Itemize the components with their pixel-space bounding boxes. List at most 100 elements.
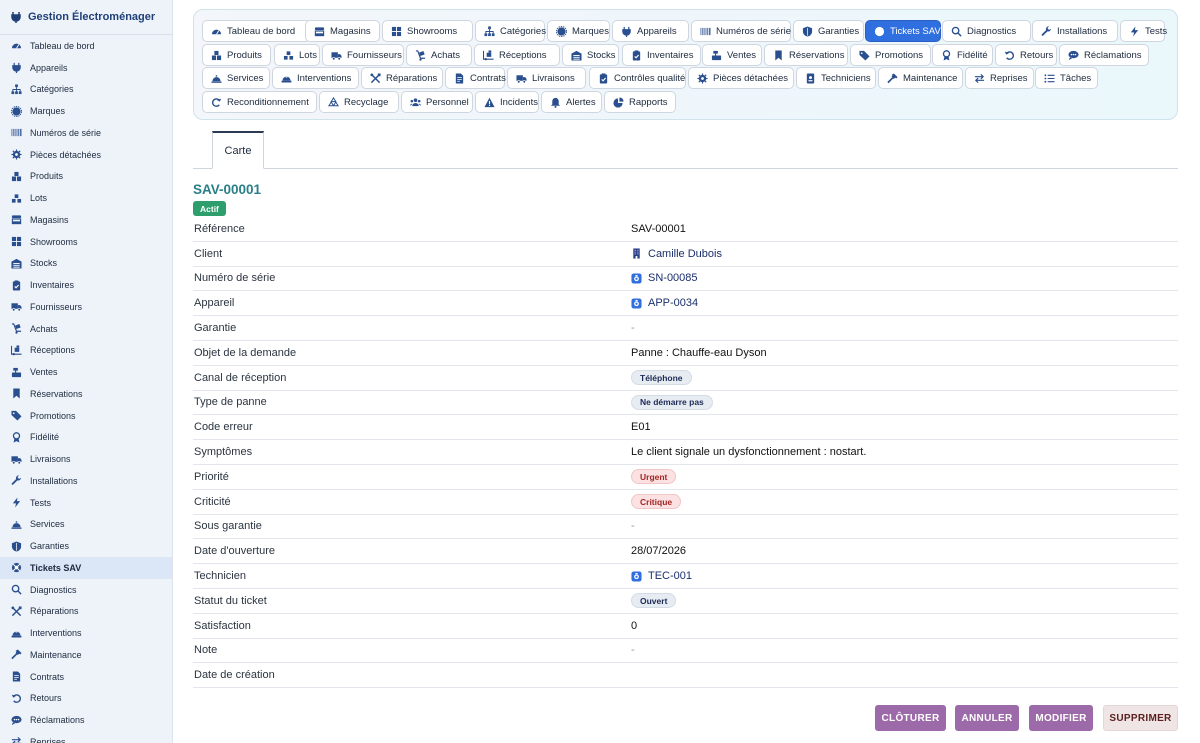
module-chip-0-6[interactable]: Numéros de série	[691, 20, 791, 42]
sidebar-item-16[interactable]: Réservations	[0, 383, 172, 405]
tools-icon	[11, 606, 22, 617]
module-chip-3-4[interactable]: Alertes	[541, 91, 602, 113]
module-chip-0-10[interactable]: Installations	[1032, 20, 1118, 42]
sidebar-item-3[interactable]: Marques	[0, 100, 172, 122]
detail-link-text[interactable]: TEC-001	[648, 570, 692, 582]
module-chip-2-4[interactable]: Livraisons	[507, 67, 586, 89]
module-chip-0-4[interactable]: Marques	[547, 20, 610, 42]
sidebar-item-25[interactable]: Diagnostics	[0, 579, 172, 601]
sidebar-item-9[interactable]: Showrooms	[0, 231, 172, 253]
module-chip-0-0[interactable]: Tableau de bord	[202, 20, 311, 42]
module-chip-2-1[interactable]: Interventions	[272, 67, 359, 89]
module-chip-2-7[interactable]: Techniciens	[796, 67, 876, 89]
sidebar-item-30[interactable]: Retours	[0, 688, 172, 710]
module-chip-3-1[interactable]: Recyclage	[319, 91, 399, 113]
sidebar-item-8[interactable]: Magasins	[0, 209, 172, 231]
file-contract-icon	[11, 671, 22, 682]
close-ticket-button[interactable]: CLÔTURER	[875, 705, 946, 731]
module-chip-2-10[interactable]: Tâches	[1035, 67, 1098, 89]
cancel-button[interactable]: ANNULER	[955, 705, 1019, 731]
detail-value: SAV-00001	[631, 222, 686, 235]
sidebar-item-7[interactable]: Lots	[0, 187, 172, 209]
detail-value[interactable]: Camille Dubois	[631, 248, 722, 260]
module-chip-2-8[interactable]: Maintenance	[878, 67, 963, 89]
sidebar-item-6[interactable]: Produits	[0, 166, 172, 188]
sidebar-item-1[interactable]: Appareils	[0, 57, 172, 79]
sidebar-item-19[interactable]: Livraisons	[0, 448, 172, 470]
module-chip-0-2[interactable]: Showrooms	[382, 20, 473, 42]
module-chip-0-3[interactable]: Catégories	[475, 20, 546, 42]
module-chip-1-1[interactable]: Lots	[274, 44, 320, 66]
module-chip-2-0[interactable]: Services	[202, 67, 270, 89]
bolt-icon	[11, 497, 22, 508]
sidebar-item-5[interactable]: Pièces détachées	[0, 144, 172, 166]
module-chip-1-5[interactable]: Stocks	[562, 44, 619, 66]
module-chip-3-3[interactable]: Incidents	[475, 91, 539, 113]
module-chip-0-9[interactable]: Diagnostics	[942, 20, 1031, 42]
sidebar-item-28[interactable]: Maintenance	[0, 644, 172, 666]
sidebar-item-18[interactable]: Fidélité	[0, 427, 172, 449]
sidebar-item-21[interactable]: Tests	[0, 492, 172, 514]
module-chip-0-5[interactable]: Appareils	[612, 20, 689, 42]
sidebar-item-17[interactable]: Promotions	[0, 405, 172, 427]
module-chip-1-0[interactable]: Produits	[202, 44, 271, 66]
module-chip-0-7[interactable]: Garanties	[793, 20, 864, 42]
module-chip-1-11[interactable]: Retours	[995, 44, 1057, 66]
sidebar-item-12[interactable]: Fournisseurs	[0, 296, 172, 318]
sidebar-item-29[interactable]: Contrats	[0, 666, 172, 688]
hard-hat-icon	[281, 73, 292, 84]
module-chip-1-6[interactable]: Inventaires	[622, 44, 701, 66]
module-chip-1-8[interactable]: Réservations	[764, 44, 848, 66]
module-chip-label: Promotions	[875, 49, 924, 61]
module-chip-2-6[interactable]: Pièces détachées	[688, 67, 794, 89]
sidebar-item-2[interactable]: Catégories	[0, 79, 172, 101]
detail-value[interactable]: TEC-001	[631, 570, 692, 582]
module-chip-3-0[interactable]: Reconditionnement	[202, 91, 317, 113]
module-chip-1-2[interactable]: Fournisseurs	[322, 44, 404, 66]
sidebar-item-31[interactable]: Réclamations	[0, 709, 172, 731]
edit-button[interactable]: MODIFIER	[1029, 705, 1093, 731]
sidebar-item-15[interactable]: Ventes	[0, 361, 172, 383]
module-chip-2-2[interactable]: Réparations	[361, 67, 443, 89]
sidebar-item-13[interactable]: Achats	[0, 318, 172, 340]
sidebar-item-4[interactable]: Numéros de série	[0, 122, 172, 144]
module-chip-1-10[interactable]: Fidélité	[932, 44, 993, 66]
module-chip-2-5[interactable]: Contrôles qualité	[589, 67, 686, 89]
detail-value[interactable]: APP-0034	[631, 297, 698, 309]
delete-button[interactable]: SUPPRIMER	[1103, 705, 1178, 731]
detail-link-text[interactable]: Camille Dubois	[648, 248, 722, 260]
detail-link-text[interactable]: APP-0034	[648, 297, 698, 309]
sidebar-item-11[interactable]: Inventaires	[0, 274, 172, 296]
value-badge: Urgent	[631, 469, 677, 485]
sidebar-item-14[interactable]: Réceptions	[0, 340, 172, 362]
module-chip-1-7[interactable]: Ventes	[702, 44, 762, 66]
module-chip-0-1[interactable]: Magasins	[305, 20, 380, 42]
sidebar-item-26[interactable]: Réparations	[0, 601, 172, 623]
sidebar-item-32[interactable]: Reprises	[0, 731, 172, 743]
sidebar-item-label: Réceptions	[30, 345, 76, 356]
app-title[interactable]: Gestion Électroménager	[0, 0, 172, 34]
module-chip-0-8[interactable]: Tickets SAV	[865, 20, 941, 42]
module-chip-2-3[interactable]: Contrats	[445, 67, 506, 89]
sidebar-item-10[interactable]: Stocks	[0, 253, 172, 275]
tab-carte[interactable]: Carte	[212, 131, 264, 169]
sidebar-item-22[interactable]: Services	[0, 514, 172, 536]
truck-icon	[331, 50, 342, 61]
module-chip-1-12[interactable]: Réclamations	[1059, 44, 1149, 66]
sidebar-item-0[interactable]: Tableau de bord	[0, 35, 172, 57]
module-chip-1-3[interactable]: Achats	[406, 44, 472, 66]
module-chip-0-11[interactable]: Tests	[1120, 20, 1167, 42]
sidebar-item-23[interactable]: Garanties	[0, 535, 172, 557]
module-chip-2-9[interactable]: Reprises	[965, 67, 1034, 89]
module-chip-3-2[interactable]: Personnel	[401, 91, 473, 113]
sidebar-item-27[interactable]: Interventions	[0, 622, 172, 644]
detail-link-text[interactable]: SN-00085	[648, 272, 698, 284]
sidebar-item-20[interactable]: Installations	[0, 470, 172, 492]
sidebar-item-24[interactable]: Tickets SAV	[0, 557, 172, 579]
module-chip-1-4[interactable]: Réceptions	[474, 44, 560, 66]
module-chip-3-5[interactable]: Rapports	[604, 91, 676, 113]
module-chip-1-9[interactable]: Promotions	[850, 44, 931, 66]
bell-concierge-icon	[211, 73, 222, 84]
detail-value[interactable]: SN-00085	[631, 272, 698, 284]
value-badge: Ne démarre pas	[631, 394, 713, 410]
